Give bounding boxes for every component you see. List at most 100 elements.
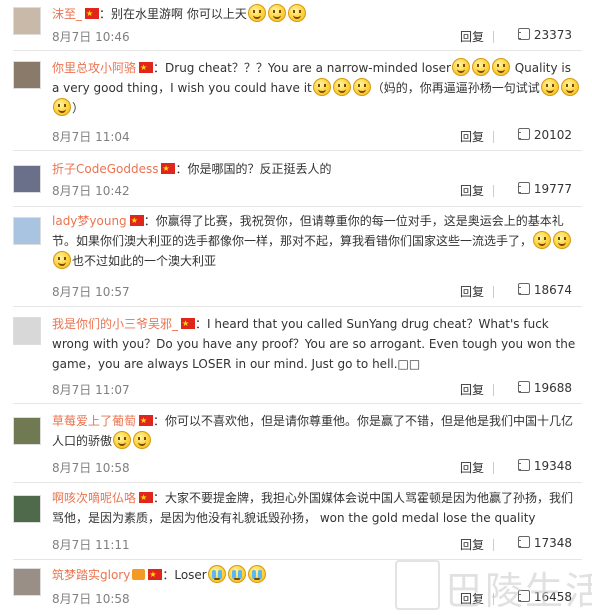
divider [13,50,582,51]
comment-text: ：Loser [162,568,207,582]
comment-meta: 8月7日 10:46 回复 23373 [52,28,572,46]
like-button[interactable]: 19348 [517,459,572,473]
timestamp: 8月7日 10:42 [52,184,130,198]
comment-body: 折子CodeGoddess ：你是哪国的？反正挺丢人的 [52,159,582,179]
divider [13,150,582,151]
smile-emoji-icon [553,231,572,249]
comment-meta: 8月7日 11:11 回复 17348 [52,536,572,554]
divider [13,482,582,483]
comment-body: 我是你们的小三爷吴邪_：I heard that you called SunY… [52,314,582,374]
china-flag-icon [139,488,154,508]
username-link[interactable]: 啊咳次嘀呢仏咯 [52,491,136,505]
divider [493,131,494,143]
like-button[interactable]: 17348 [517,536,572,550]
smile-emoji-icon [491,58,510,76]
timestamp: 8月7日 11:07 [52,383,130,397]
like-count: 18674 [533,283,572,297]
china-flag-icon [129,211,144,231]
comment-meta: 8月7日 11:04 回复 20102 [52,128,572,146]
comment-text: 也不过如此的一个澳大利亚 [72,254,217,268]
divider [13,403,582,404]
username-link[interactable]: 筑梦踏实glory [52,568,130,582]
china-flag-icon [139,411,154,431]
avatar[interactable] [13,7,41,35]
smile-emoji-icon [133,431,152,449]
thumbs-up-icon [517,536,530,548]
username-link[interactable]: 沫至_ [52,7,82,21]
comment-body: 沫至_ ：别在水里游啊 你可以上天 [52,4,582,24]
smile-emoji-icon [533,231,552,249]
comment-meta: 8月7日 10:42 回复 19777 [52,182,572,200]
thumbs-up-icon [517,182,530,194]
smile-emoji-icon [471,58,490,76]
comment-text: ：你是哪国的？反正挺丢人的 [175,162,332,176]
comment-body: lady梦young：你赢得了比赛，我祝贺你，但请尊重你的每一位对手，这是奥运会… [52,211,582,271]
smile-emoji-icon [267,4,286,22]
smile-emoji-icon [287,4,306,22]
vip-badge-icon [132,569,146,580]
reply-button[interactable]: 回复 [460,381,484,398]
username-link[interactable]: 你里总攻小阿骆 [52,61,136,75]
divider [493,539,494,551]
reply-button[interactable]: 回复 [460,28,484,45]
smile-emoji-icon [312,78,331,96]
comment-meta: 8月7日 11:07 回复 19688 [52,381,572,399]
comment-text: ） [72,101,85,115]
avatar[interactable] [13,61,41,89]
comment-meta: 8月7日 10:57 回复 18674 [52,283,572,301]
crying-emoji-icon [247,565,266,583]
smile-emoji-icon [352,78,371,96]
watermark: 巴陵生活网 [445,569,592,613]
reply-button[interactable]: 回复 [460,459,484,476]
avatar[interactable] [13,417,41,445]
timestamp: 8月7日 10:58 [52,461,130,475]
like-button[interactable]: 23373 [517,28,572,42]
smile-emoji-icon [113,431,132,449]
reply-button[interactable]: 回复 [460,128,484,145]
comment-text: ：别在水里游啊 你可以上天 [99,7,247,21]
like-count: 23373 [533,28,572,42]
china-flag-icon [139,58,154,78]
comment-body: 你里总攻小阿骆 ：Drug cheat？？？You are a narrow-mi… [52,58,582,118]
smile-emoji-icon [247,4,266,22]
like-button[interactable]: 20102 [517,128,572,142]
avatar[interactable] [13,217,41,245]
divider [13,206,582,207]
like-count: 20102 [533,128,572,142]
avatar[interactable] [13,317,41,345]
divider [493,384,494,396]
comment-body: 草莓爱上了葡萄：你可以不喜欢他，但是请你尊重他。你是赢了不错，但是他是我们中国十… [52,411,582,451]
username-link[interactable]: 草莓爱上了葡萄 [52,414,136,428]
divider [13,306,582,307]
avatar[interactable] [13,165,41,193]
reply-button[interactable]: 回复 [460,283,484,300]
avatar[interactable] [13,568,41,596]
comment-text: ：Drug cheat？？？You are a narrow-minded lo… [153,61,451,75]
like-button[interactable]: 19688 [517,381,572,395]
username-link[interactable]: lady梦young [52,214,127,228]
smile-emoji-icon [540,78,559,96]
comment-meta: 8月7日 10:58 回复 19348 [52,459,572,477]
username-link[interactable]: 折子CodeGoddess [52,162,158,176]
smile-emoji-icon [53,251,71,269]
divider [493,462,494,474]
china-flag-icon [181,314,196,334]
thumbs-up-icon [517,381,530,393]
thumbs-up-icon [517,459,530,471]
like-button[interactable]: 19777 [517,182,572,196]
thumbs-up-icon [517,283,530,295]
reply-button[interactable]: 回复 [460,536,484,553]
divider [493,31,494,43]
china-flag-icon [148,565,163,585]
smile-emoji-icon [332,78,351,96]
like-button[interactable]: 18674 [517,283,572,297]
reply-button[interactable]: 回复 [460,182,484,199]
crying-emoji-icon [207,565,226,583]
username-link[interactable]: 我是你们的小三爷吴邪_ [52,317,178,331]
like-count: 17348 [533,536,572,550]
divider [493,286,494,298]
china-flag-icon [161,159,176,179]
timestamp: 8月7日 11:11 [52,538,130,552]
avatar[interactable] [13,495,41,523]
like-count: 19777 [533,182,572,196]
